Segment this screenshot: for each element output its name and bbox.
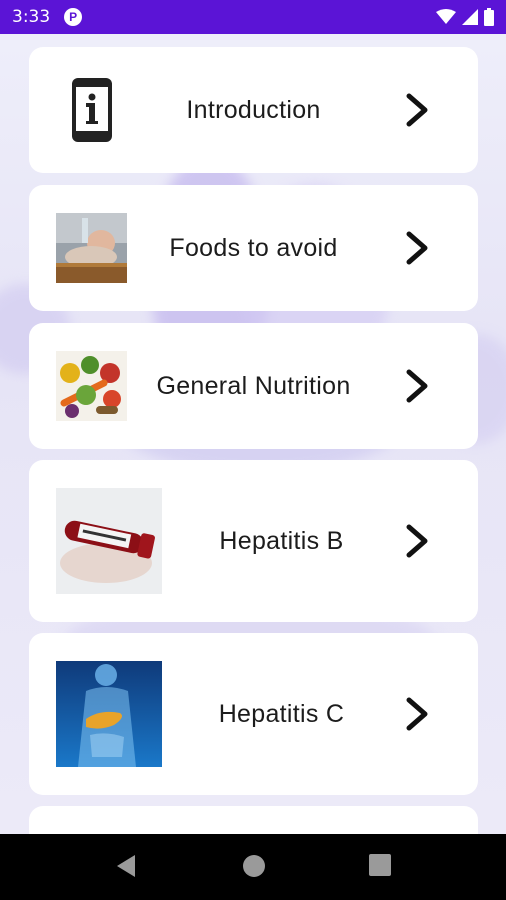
- chevron-right-icon: [406, 369, 428, 403]
- app-notification-icon: P: [64, 8, 83, 26]
- chevron-right-icon: [406, 524, 428, 558]
- chevron-right-icon: [406, 697, 428, 731]
- signal-icon: [462, 9, 478, 25]
- menu-item-hepatitis-b[interactable]: Hepatitis B: [29, 460, 478, 622]
- menu-item-hepatitis-c[interactable]: Hepatitis C: [29, 633, 478, 795]
- recents-icon[interactable]: [369, 854, 391, 876]
- menu-item-general-nutrition[interactable]: General Nutrition: [29, 323, 478, 449]
- home-icon[interactable]: [242, 854, 266, 878]
- back-icon[interactable]: [115, 854, 137, 878]
- status-time: 3:33: [12, 7, 51, 27]
- chevron-right-icon: [406, 231, 428, 265]
- chevron-right-icon: [406, 93, 428, 127]
- menu-item-partial[interactable]: [29, 806, 478, 834]
- menu-item-foods-to-avoid[interactable]: Foods to avoid: [29, 185, 478, 311]
- battery-icon: [484, 8, 494, 26]
- status-bar: 3:33 P: [0, 0, 506, 34]
- wifi-icon: [436, 9, 456, 24]
- navigation-bar: [0, 834, 506, 900]
- menu-item-introduction[interactable]: Introduction: [29, 47, 478, 173]
- menu-list[interactable]: Introduction Foods to avoid General Nutr…: [0, 34, 506, 834]
